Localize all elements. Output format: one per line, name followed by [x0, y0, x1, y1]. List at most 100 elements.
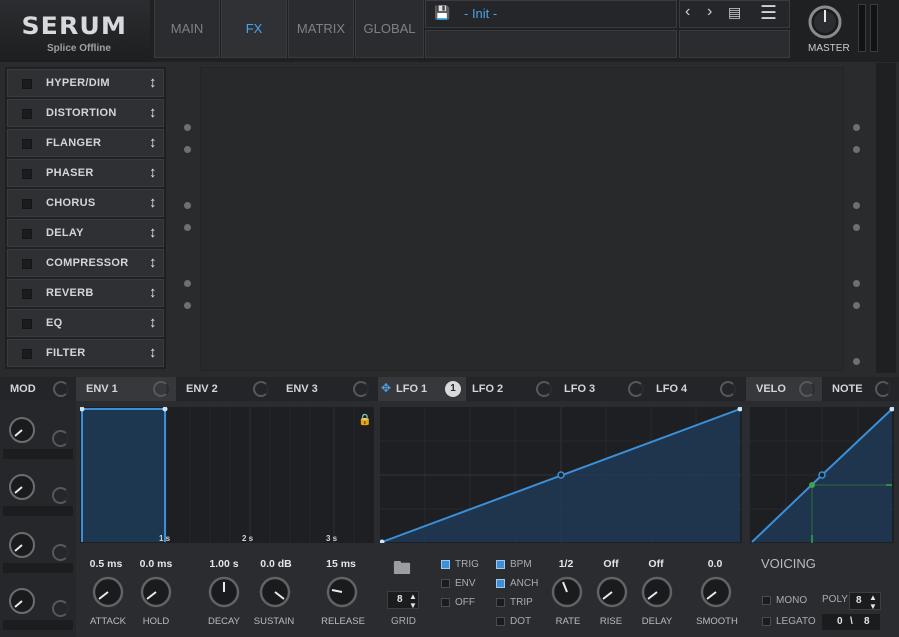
tab-global[interactable]: GLOBAL [355, 0, 424, 58]
fx-module-compressor[interactable]: COMPRESSOR ↕ [7, 249, 164, 277]
lfo-graph[interactable] [379, 406, 743, 545]
preset-name[interactable]: - Init - [464, 6, 497, 21]
folder-icon[interactable]: 🖿 [393, 556, 411, 586]
mono-checkbox[interactable] [762, 596, 771, 605]
smooth-knob[interactable] [700, 576, 732, 608]
reorder-handle-icon[interactable]: ↕ [149, 344, 157, 361]
fx-enable-toggle[interactable] [22, 289, 32, 299]
macro-4-label-bar[interactable] [3, 620, 73, 630]
fx-module-filter[interactable]: FILTER ↕ [7, 339, 164, 367]
reorder-handle-icon[interactable]: ↕ [149, 164, 157, 181]
lfo3-mod-ring-icon[interactable] [628, 381, 644, 397]
release-knob[interactable] [326, 576, 358, 608]
hold-knob[interactable] [140, 576, 172, 608]
trig-checkbox[interactable] [441, 560, 450, 569]
reorder-handle-icon[interactable]: ↕ [149, 194, 157, 211]
bpm-label: BPM [510, 559, 532, 570]
velo-mod-ring-icon[interactable] [799, 381, 815, 397]
envelope-graph[interactable]: 🔒 1 s 2 s 3 s [79, 406, 374, 543]
macro-4-mod-ring-icon[interactable] [52, 600, 69, 617]
velocity-graph[interactable] [750, 406, 895, 543]
grid-stepper[interactable]: 8 ▲ ▼ [387, 591, 419, 610]
macro-knob-1[interactable] [8, 416, 36, 444]
reorder-handle-icon[interactable]: ↕ [149, 254, 157, 271]
fx-module-chorus[interactable]: CHORUS ↕ [7, 189, 164, 217]
fx-enable-toggle[interactable] [22, 169, 32, 179]
reorder-handle-icon[interactable]: ↕ [149, 134, 157, 151]
sustain-knob[interactable] [259, 576, 291, 608]
lock-icon[interactable]: 🔒 [358, 413, 372, 426]
master-volume[interactable]: MASTER [800, 0, 852, 58]
attack-knob[interactable] [92, 576, 124, 608]
stepper-arrows-icon[interactable]: ▲ ▼ [409, 592, 417, 610]
master-knob[interactable] [800, 0, 852, 42]
fx-enable-toggle[interactable] [22, 349, 32, 359]
fx-enable-toggle[interactable] [22, 259, 32, 269]
fx-scrollbar[interactable] [876, 63, 896, 373]
rate-knob[interactable] [551, 576, 583, 608]
macro-3-mod-ring-icon[interactable] [52, 544, 69, 561]
drag-move-icon[interactable]: ✥ [381, 381, 391, 395]
fx-module-delay[interactable]: DELAY ↕ [7, 219, 164, 247]
reorder-handle-icon[interactable]: ↕ [149, 104, 157, 121]
fx-enable-toggle[interactable] [22, 139, 32, 149]
decay-knob[interactable] [208, 576, 240, 608]
dot-checkbox[interactable] [496, 617, 505, 626]
tab-fx[interactable]: FX [221, 0, 287, 58]
fx-module-hyper-dim[interactable]: HYPER/DIM ↕ [7, 69, 164, 97]
env-checkbox[interactable] [441, 579, 450, 588]
envelope-curve[interactable] [79, 406, 374, 543]
macro-knob-2[interactable] [8, 473, 36, 501]
fx-enable-toggle[interactable] [22, 319, 32, 329]
lfo-shape[interactable] [379, 406, 743, 545]
fx-enable-toggle[interactable] [22, 229, 32, 239]
stepper-arrows-icon[interactable]: ▲ ▼ [869, 593, 877, 611]
macro-1-label-bar[interactable] [3, 449, 73, 459]
rise-knob[interactable] [596, 576, 628, 608]
fx-module-distortion[interactable]: DISTORTION ↕ [7, 99, 164, 127]
previous-preset-icon[interactable]: ‹ [685, 3, 690, 21]
release-value: 15 ms [326, 558, 356, 570]
fx-module-reverb[interactable]: REVERB ↕ [7, 279, 164, 307]
anch-checkbox[interactable] [496, 579, 505, 588]
macro-knob-4[interactable] [8, 587, 36, 615]
env1-mod-ring-icon[interactable] [153, 381, 169, 397]
macro-2-mod-ring-icon[interactable] [52, 487, 69, 504]
fx-module-flanger[interactable]: FLANGER ↕ [7, 129, 164, 157]
trip-checkbox[interactable] [496, 598, 505, 607]
tab-main[interactable]: MAIN [154, 0, 220, 58]
fx-module-label: FILTER [46, 347, 86, 359]
env2-mod-ring-icon[interactable] [253, 381, 269, 397]
fx-enable-toggle[interactable] [22, 199, 32, 209]
macro-2-label-bar[interactable] [3, 506, 73, 516]
sustain-value: 0.0 dB [260, 558, 292, 570]
save-icon[interactable]: 💾 [434, 5, 450, 21]
off-checkbox[interactable] [441, 598, 450, 607]
tab-matrix[interactable]: MATRIX [288, 0, 354, 58]
reorder-handle-icon[interactable]: ↕ [149, 284, 157, 301]
fx-enable-toggle[interactable] [22, 109, 32, 119]
lfo4-mod-ring-icon[interactable] [720, 381, 736, 397]
next-preset-icon[interactable]: › [707, 3, 712, 21]
lfo2-mod-ring-icon[interactable] [536, 381, 552, 397]
macro-1-mod-ring-icon[interactable] [52, 430, 69, 447]
macro-knob-3[interactable] [8, 531, 36, 559]
reorder-handle-icon[interactable]: ↕ [149, 74, 157, 91]
delay-knob[interactable] [641, 576, 673, 608]
reorder-handle-icon[interactable]: ↕ [149, 314, 157, 331]
fx-enable-toggle[interactable] [22, 79, 32, 89]
preset-browser-icon[interactable]: ▤ [728, 4, 741, 21]
note-mod-ring-icon[interactable] [875, 381, 891, 397]
bpm-checkbox[interactable] [496, 560, 505, 569]
macro-3-label-bar[interactable] [3, 563, 73, 573]
poly-stepper[interactable]: 8 ▲ ▼ [849, 592, 881, 611]
env3-mod-ring-icon[interactable] [353, 381, 369, 397]
reorder-handle-icon[interactable]: ↕ [149, 224, 157, 241]
velocity-curve[interactable] [750, 406, 895, 543]
fx-module-eq[interactable]: EQ ↕ [7, 309, 164, 337]
menu-icon[interactable]: ☰ [760, 2, 777, 25]
fx-module-phaser[interactable]: PHASER ↕ [7, 159, 164, 187]
level-meter-left [858, 4, 866, 52]
legato-checkbox[interactable] [762, 617, 771, 626]
preset-selector[interactable]: 💾 - Init - [425, 0, 677, 28]
